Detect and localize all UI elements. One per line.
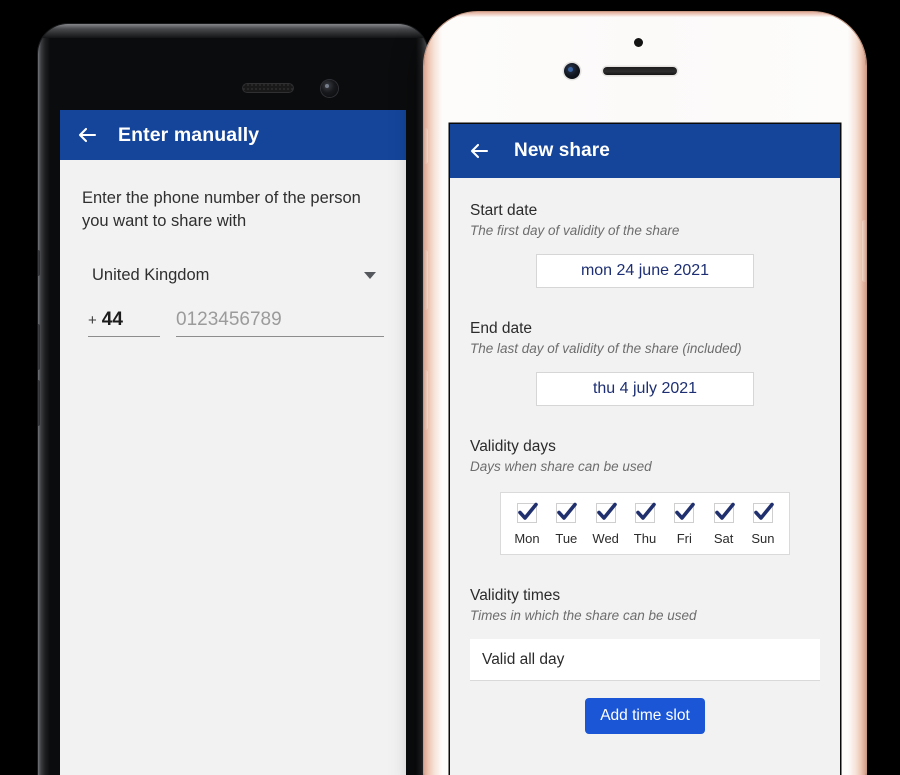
front-camera-icon — [321, 80, 338, 97]
enter-manually-appbar: Enter manually — [60, 110, 406, 160]
country-code-prefix: + — [88, 312, 97, 329]
validity-day-wed[interactable]: Wed — [588, 502, 624, 546]
phone-number-row: + 44 0123456789 — [82, 309, 384, 337]
new-share-form: Start date The first day of validity of … — [450, 178, 840, 775]
validity-day-label: Sat — [713, 531, 734, 546]
validity-day-tue[interactable]: Tue — [548, 502, 584, 546]
right-phone-volume-down-button[interactable] — [424, 370, 428, 430]
end-date-hint: The last day of validity of the share (i… — [470, 341, 742, 356]
validity-day-label: Mon — [514, 531, 540, 546]
left-phone-button-extra[interactable] — [38, 250, 40, 276]
validity-day-label: Thu — [633, 531, 657, 546]
page-title: Enter manually — [118, 123, 260, 146]
check-icon — [636, 502, 656, 520]
add-time-slot-button[interactable]: Add time slot — [585, 698, 705, 734]
end-date-label: End date — [470, 320, 533, 337]
validity-day-thu[interactable]: Thu — [627, 502, 663, 546]
left-phone-device: Enter manually Enter the phone number of… — [38, 24, 428, 775]
phone-number-input[interactable]: 0123456789 — [176, 309, 384, 337]
back-button[interactable] — [466, 138, 492, 164]
checkbox[interactable] — [713, 502, 735, 523]
validity-day-label: Sun — [751, 531, 775, 546]
arrow-left-icon — [75, 123, 99, 147]
country-code-field[interactable]: + 44 — [88, 309, 160, 337]
right-phone-power-button[interactable] — [862, 220, 866, 282]
validity-times-hint: Times in which the share can be used — [470, 608, 697, 623]
add-time-slot-row: Add time slot — [470, 698, 820, 734]
validity-day-label: Wed — [592, 531, 619, 546]
new-share-appbar: New share — [450, 124, 840, 178]
enter-manually-content: Enter the phone number of the person you… — [60, 187, 406, 775]
arrow-left-icon — [467, 139, 491, 163]
checkbox[interactable] — [674, 502, 696, 523]
right-phone-top-bezel — [424, 12, 866, 17]
start-date-hint: The first day of validity of the share — [470, 223, 680, 238]
prompt-text: Enter the phone number of the person you… — [82, 189, 361, 230]
validity-days-label: Validity days — [470, 438, 556, 455]
check-icon — [754, 502, 774, 520]
left-phone-top-bezel — [38, 24, 428, 38]
validity-day-sat[interactable]: Sat — [706, 502, 742, 546]
checkbox[interactable] — [556, 502, 578, 523]
check-icon — [596, 502, 617, 520]
country-select[interactable]: United Kingdom — [82, 266, 384, 285]
validity-day-sun[interactable]: Sun — [745, 502, 781, 546]
right-phone-volume-up-button[interactable] — [424, 250, 428, 310]
validity-day-label: Fri — [676, 531, 692, 546]
left-phone-volume-up-button[interactable] — [38, 324, 40, 370]
validity-day-label: Tue — [555, 531, 578, 546]
end-date-field[interactable]: thu 4 july 2021 — [536, 372, 754, 406]
start-date-label: Start date — [470, 202, 538, 219]
checkbox[interactable] — [634, 502, 656, 523]
right-phone-silent-switch[interactable] — [424, 128, 428, 164]
country-code-value: 44 — [101, 309, 123, 330]
right-phone-device: New share Start date The first day of va… — [424, 12, 866, 775]
chevron-down-icon — [364, 272, 376, 279]
check-icon — [518, 502, 538, 520]
checkbox[interactable] — [517, 502, 538, 523]
check-icon — [557, 502, 578, 520]
validity-times-field[interactable]: Valid all day — [470, 639, 820, 681]
proximity-sensor-icon — [634, 38, 643, 47]
checkbox[interactable] — [595, 502, 617, 523]
validity-days-hint: Days when share can be used — [470, 459, 652, 474]
validity-day-mon[interactable]: Mon — [509, 502, 545, 546]
page-title: New share — [514, 140, 610, 161]
phone-number-placeholder: 0123456789 — [176, 309, 282, 330]
front-camera-icon — [564, 63, 580, 79]
check-icon — [714, 502, 735, 520]
country-select-value: United Kingdom — [92, 266, 210, 284]
validity-days-group: Mon Tue Wed Thu Fri Sat Sun — [500, 492, 790, 555]
check-icon — [675, 502, 696, 520]
left-phone-volume-down-button[interactable] — [38, 380, 40, 426]
checkbox[interactable] — [752, 502, 774, 523]
validity-day-fri[interactable]: Fri — [666, 502, 702, 546]
back-button[interactable] — [74, 122, 100, 148]
start-date-field[interactable]: mon 24 june 2021 — [536, 254, 754, 288]
right-phone-screen: New share Start date The first day of va… — [450, 124, 840, 775]
earpiece-speaker-icon — [242, 83, 294, 93]
validity-times-label: Validity times — [470, 587, 561, 604]
screenshot-stage: Enter manually Enter the phone number of… — [0, 0, 900, 775]
earpiece-speaker-icon — [603, 67, 677, 75]
left-phone-screen: Enter manually Enter the phone number of… — [60, 110, 406, 775]
